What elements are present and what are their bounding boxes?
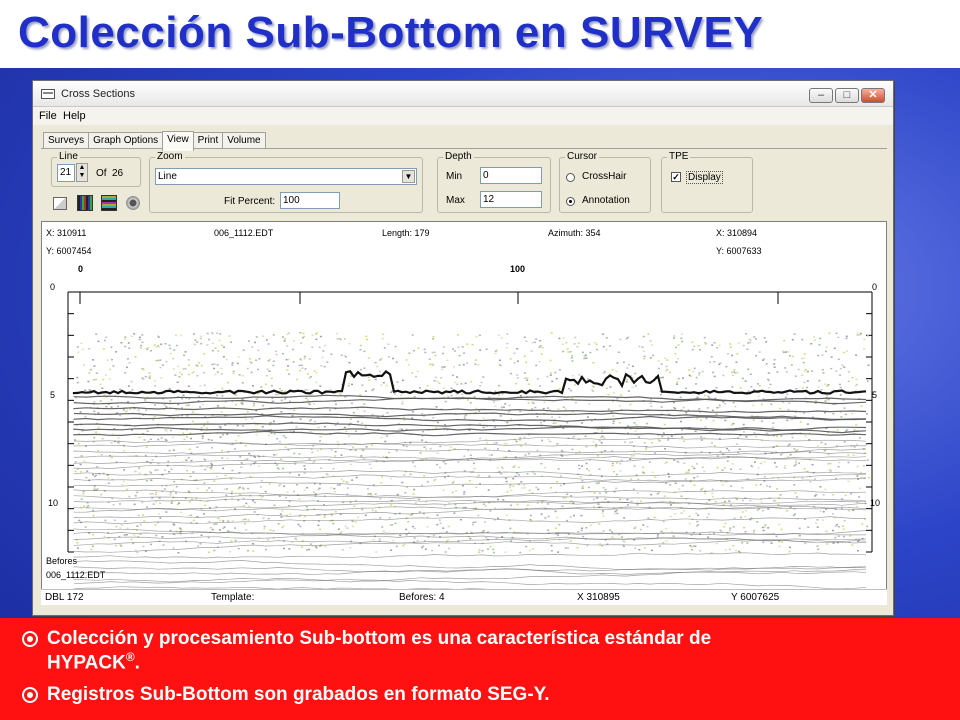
depth-min-label: Min [446,171,463,182]
window-title: Cross Sections [61,88,135,100]
zoom-group-label: Zoom [155,151,185,162]
bullet-marker-icon [22,631,38,647]
view-options-panel: Line 21 ▲ ▼ Of 26 Zoom Line ▼ Fit Percent… [41,148,887,218]
bullet-2-text: Registros Sub-Bottom son grabados en for… [47,684,550,705]
menu-file[interactable]: File [39,110,57,122]
status-befores: Befores: 4 [399,592,445,603]
annotation-radio[interactable] [566,197,575,206]
zoom-selected-value: Line [158,171,177,182]
crosshair-label: CrossHair [582,171,627,182]
line-group-label: Line [57,151,80,162]
status-bar: DBL 172 Template: Befores: 4 X 310895 Y … [41,589,887,605]
depth-max-label: Max [446,195,465,206]
annotation-label: Annotation [582,195,630,206]
cursor-group: Cursor CrossHair Annotation [559,151,651,213]
befores-file: 006_1112.EDT [46,570,106,580]
bullet-1-text: Colección y procesamiento Sub-bottom es … [47,628,712,649]
tab-view[interactable]: View [162,131,194,151]
sub-bottom-profile [67,291,873,604]
crosshair-radio[interactable] [566,173,575,182]
status-y: Y 6007625 [731,592,780,603]
depth-max-field[interactable]: 12 [480,191,542,208]
bullet-1: Colección y procesamiento Sub-bottom es … [22,628,711,674]
tpe-group-label: TPE [667,151,691,162]
settings-icon[interactable] [125,195,141,211]
menu-bar: File Help [33,107,893,125]
color-palette-icon[interactable] [77,195,93,211]
bullet-1-cont: HYPACK [47,652,126,674]
copy-icon[interactable] [53,197,67,210]
tab-volume[interactable]: Volume [222,132,266,149]
minimize-button[interactable]: – [809,88,833,103]
line-group: Line 21 ▲ ▼ Of 26 [51,151,141,187]
of-label: Of [96,168,107,179]
display-checkbox[interactable]: ✓ [671,172,681,182]
slide-title: Colección Sub-Bottom en SURVEY [18,8,764,57]
chevron-down-icon[interactable]: ▼ [402,170,415,183]
depth-group: Depth Min 0 Max 12 [437,151,551,213]
cursor-group-label: Cursor [565,151,600,162]
window-controls: – □ ✕ [809,88,885,103]
status-template: Template: [211,592,255,603]
status-x: X 310895 [577,592,620,603]
bullet-marker-icon [22,687,38,703]
bullet-2: Registros Sub-Bottom son grabados en for… [22,684,550,706]
display-label: Display [686,171,723,184]
depth-min-field[interactable]: 0 [480,167,542,184]
color-palette-2-icon[interactable] [101,195,117,211]
bullet-box: Colección y procesamiento Sub-bottom es … [0,618,960,720]
fit-percent-label: Fit Percent: [224,196,276,207]
line-spinner[interactable]: ▲ ▼ [76,163,88,182]
tpe-group: TPE ✓ Display [661,151,753,213]
fit-percent-field[interactable]: 100 [280,192,340,209]
menu-help[interactable]: Help [63,110,86,122]
status-dbl: DBL 172 [45,592,84,603]
zoom-group: Zoom Line ▼ Fit Percent: 100 [149,151,423,213]
depth-group-label: Depth [443,151,474,162]
cross-section-plot[interactable]: X: 310911 Y: 6007454 006_1112.EDT Length… [41,221,887,604]
close-button[interactable]: ✕ [861,88,885,103]
line-number-field[interactable]: 21 [57,164,75,182]
bullet-1-sup: ® [125,650,135,664]
maximize-button[interactable]: □ [835,88,859,103]
line-total: 26 [112,168,124,179]
window-app-icon [41,89,55,99]
tab-surveys[interactable]: Surveys [43,132,90,149]
zoom-select[interactable]: Line ▼ [155,168,417,185]
bullet-1-end: . [134,652,140,674]
tab-print[interactable]: Print [192,132,224,149]
tab-graph-options[interactable]: Graph Options [88,132,164,149]
cross-sections-window: Cross Sections – □ ✕ File Help Surveys G… [32,80,894,616]
tab-strip: Surveys Graph Options View Print Volume [43,129,266,151]
befores-label: Befores [46,556,78,566]
title-bar[interactable]: Cross Sections – □ ✕ [33,81,893,107]
